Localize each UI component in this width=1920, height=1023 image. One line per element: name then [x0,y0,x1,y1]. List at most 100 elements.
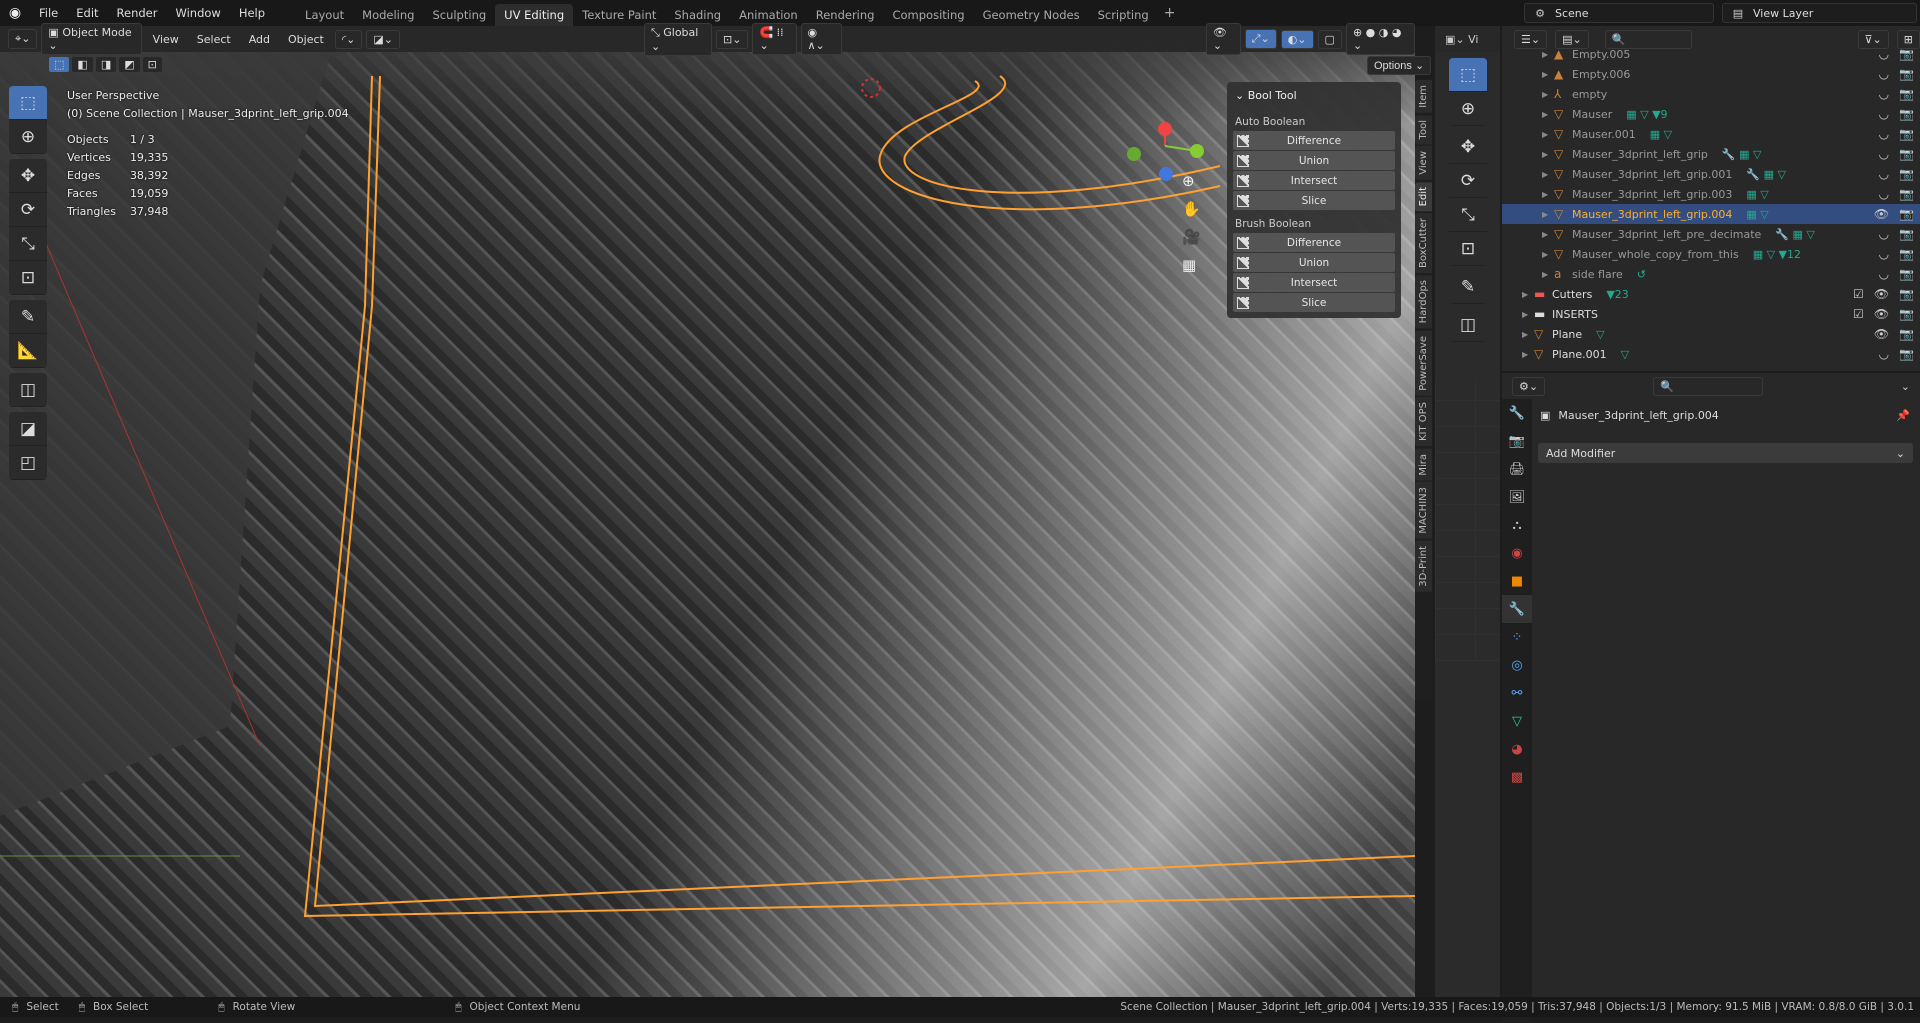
expand-arrow-icon[interactable]: ▶ [1522,290,1534,299]
workspace-tab-scripting[interactable]: Scripting [1089,4,1158,26]
camera-icon[interactable]: 📷 [1899,107,1914,121]
sidebar-tab-item[interactable]: Item [1415,80,1432,113]
material-tab-icon[interactable]: ◕ [1502,735,1532,763]
outliner-item-name[interactable]: empty [1572,88,1607,101]
uv-editor[interactable]: ▣⌄ Vi ⬚ ⊕ ✥ ⟳ ⤡ ⊡ ✎ ◫ [1435,26,1500,997]
eye-closed-icon[interactable]: ◡ [1879,227,1889,241]
sidebar-tab-machin3[interactable]: MACHIN3 [1415,482,1432,539]
sidebar-tab-boxcutter[interactable]: BoxCutter [1415,213,1432,274]
annotate-tool-icon[interactable]: ✎ [9,300,47,334]
outliner-item-name[interactable]: Empty.006 [1572,68,1630,81]
select-subtract-icon[interactable]: ◨ [94,56,118,73]
outliner-row[interactable]: ▶ ▽ Mauser_3dprint_left_pre_decimate 🔧 ▦ ▽ ◡… [1502,224,1920,244]
workspace-tab-geometry-nodes[interactable]: Geometry Nodes [974,4,1089,26]
move-tool-icon[interactable]: ✥ [9,159,47,193]
ortho-grid-icon[interactable]: ▦ [1182,256,1201,274]
add-cube-tool-icon[interactable]: ◫ [9,373,47,407]
view-layer-name[interactable]: View Layer [1753,7,1813,20]
menu-view[interactable]: View [146,33,186,46]
expand-arrow-icon[interactable]: ▶ [1542,270,1554,279]
gizmo-toggle[interactable]: ⤢⌄ [1244,29,1277,49]
outliner-item-name[interactable]: Empty.005 [1572,48,1630,61]
scene-selector[interactable]: ⚙ Scene [1524,3,1714,23]
boxcutter-tool-icon[interactable]: ◪ [9,412,47,446]
uv-editor-type-button[interactable]: ▣⌄ Vi [1435,26,1500,52]
expand-arrow-icon[interactable]: ▶ [1542,90,1554,99]
menu-edit[interactable]: Edit [67,6,107,20]
select-invert-icon[interactable]: ◩ [118,56,141,73]
outliner-item-name[interactable]: side flare [1572,268,1623,281]
camera-icon[interactable]: 📷 [1899,267,1914,281]
outliner-row[interactable]: ▶ ⅄ empty ◡ 📷 [1502,84,1920,104]
proportional-dropdown[interactable]: ◪⌄ [366,29,400,49]
expand-arrow-icon[interactable]: ▶ [1542,110,1554,119]
workspace-tab-compositing[interactable]: Compositing [883,4,973,26]
hardops-tool-icon[interactable]: ◰ [9,446,47,480]
sidebar-tab-mira[interactable]: Mira [1415,448,1432,481]
camera-icon[interactable]: 📷 [1899,67,1914,81]
blender-logo-icon[interactable]: ◉ [0,5,30,21]
camera-icon[interactable]: 📷 [1899,167,1914,181]
camera-icon[interactable]: 📷 [1899,47,1914,61]
add-workspace-button[interactable]: + [1164,5,1176,21]
expand-arrow-icon[interactable]: ▶ [1542,190,1554,199]
expand-arrow-icon[interactable]: ▶ [1522,330,1534,339]
brush-boolean-union-button[interactable]: Union [1233,253,1395,272]
uv-move-tool-icon[interactable]: ✥ [1449,130,1487,164]
menu-object[interactable]: Object [281,33,331,46]
expand-arrow-icon[interactable]: ▶ [1542,170,1554,179]
modifier-tab-icon[interactable]: 🔧 [1502,595,1532,623]
camera-icon[interactable]: 📷 [1899,307,1914,321]
brush-boolean-difference-button[interactable]: Difference [1233,233,1395,252]
camera-icon[interactable]: 📷 [1899,247,1914,261]
outliner-row[interactable]: ▶ ▬ Cutters ▼23 ☑ 👁 📷 [1502,284,1920,304]
sidebar-tab-tool[interactable]: Tool [1415,114,1432,145]
outliner-row[interactable]: ▶ ▽ Mauser_3dprint_left_grip.001 🔧 ▦ ▽ ◡ 📷 [1502,164,1920,184]
eye-closed-icon[interactable]: ◡ [1879,47,1889,61]
sidebar-tab-3d-print[interactable]: 3D-Print [1415,540,1432,592]
object-name[interactable]: Mauser_3dprint_left_grip.004 [1558,409,1718,422]
constraints-tab-icon[interactable]: ⚯ [1502,679,1532,707]
camera-icon[interactable]: 📷 [1899,207,1914,221]
rotate-tool-icon[interactable]: ⟳ [9,193,47,227]
brush-boolean-intersect-button[interactable]: Intersect [1233,273,1395,292]
auto-boolean-union-button[interactable]: Union [1233,151,1395,170]
expand-arrow-icon[interactable]: ▶ [1522,350,1534,359]
eye-closed-icon[interactable]: ◡ [1879,147,1889,161]
auto-boolean-intersect-button[interactable]: Intersect [1233,171,1395,190]
output-tab-icon[interactable]: 🖨 [1502,455,1532,483]
outliner-item-name[interactable]: Mauser_3dprint_left_grip.001 [1572,168,1732,181]
outliner-row[interactable]: ▶ ▬ INSERTS ☑ 👁 📷 [1502,304,1920,324]
select-extend-icon[interactable]: ◧ [71,56,94,73]
menu-render[interactable]: Render [108,6,167,20]
scene-name[interactable]: Scene [1555,7,1589,20]
eye-icon[interactable]: 👁 [1874,327,1889,341]
eye-closed-icon[interactable]: ◡ [1879,127,1889,141]
bool-tool-header[interactable]: ⌄ Bool Tool [1233,86,1395,112]
camera-icon[interactable]: 📷 [1899,147,1914,161]
outliner-row[interactable]: ▶ ▽ Mauser.001 ▦ ▽ ◡ 📷 [1502,124,1920,144]
editor-type-button[interactable]: ⌖⌄ [8,29,38,49]
menu-add[interactable]: Add [242,33,277,46]
uv-cube-tool-icon[interactable]: ◫ [1449,308,1487,342]
visibility-dropdown[interactable]: 👁⌄ [1205,23,1241,55]
workspace-tab-layout[interactable]: Layout [296,4,353,26]
eye-closed-icon[interactable]: ◡ [1879,267,1889,281]
tool-tab-icon[interactable]: 🔧 [1502,399,1532,427]
camera-icon[interactable]: 📷 [1899,127,1914,141]
expand-arrow-icon[interactable]: ▶ [1542,250,1554,259]
outliner-item-name[interactable]: Mauser_whole_copy_from_this [1572,248,1739,261]
uv-annotate-tool-icon[interactable]: ✎ [1449,270,1487,304]
uv-scale-tool-icon[interactable]: ⤡ [1449,198,1487,232]
render-tab-icon[interactable]: 📷 [1502,427,1532,455]
scene-tab-icon[interactable]: ⛬ [1502,511,1532,539]
outliner-row[interactable]: ▶ ▽ Plane ▽ 👁 📷 [1502,324,1920,344]
eye-closed-icon[interactable]: ◡ [1879,187,1889,201]
outliner-row[interactable]: ▶ ▽ Mauser_3dprint_left_grip.004 ▦ ▽ 👁 📷 [1502,204,1920,224]
eye-closed-icon[interactable]: ◡ [1879,167,1889,181]
outliner-item-name[interactable]: Mauser_3dprint_left_grip [1572,148,1708,161]
camera-icon[interactable]: 📷 [1899,347,1914,361]
eye-closed-icon[interactable]: ◡ [1879,347,1889,361]
outliner-item-name[interactable]: INSERTS [1552,308,1598,321]
outliner-item-name[interactable]: Cutters [1552,288,1592,301]
